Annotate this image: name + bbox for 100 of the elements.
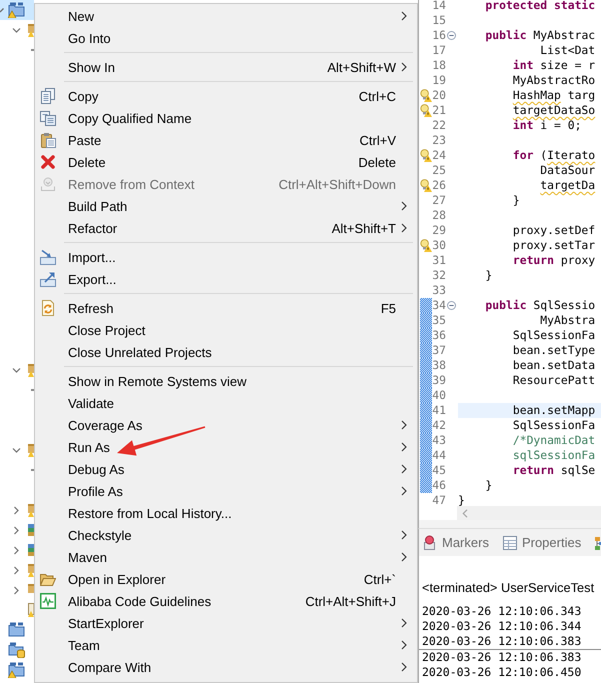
chevron-right-icon[interactable] <box>12 526 21 534</box>
panel-tab[interactable]: Markers <box>419 529 494 556</box>
menu-item[interactable]: StartExplorer <box>35 612 417 634</box>
chevron-right-icon[interactable] <box>12 586 21 594</box>
menu-item[interactable]: Paste Ctrl+V <box>35 129 417 151</box>
line-number: 45 <box>432 463 446 478</box>
menu-item[interactable]: Run As <box>35 436 417 458</box>
chevron-right-icon[interactable] <box>12 566 21 574</box>
chevron-down-icon[interactable] <box>0 7 4 13</box>
console-line: 2020-03-26 12:10:06.383 <box>422 650 582 665</box>
documents-icon <box>40 88 56 104</box>
menu-item[interactable]: Copy Qualified Name <box>35 107 417 129</box>
keyboard-shortcut: F5 <box>380 300 396 316</box>
menu-item[interactable]: Refactor Alt+Shift+T <box>35 217 417 239</box>
menu-item[interactable]: Import... <box>35 246 417 268</box>
chevron-right-icon[interactable] <box>12 506 21 514</box>
menu-item[interactable]: Team <box>35 634 417 656</box>
menu-item[interactable]: Open in Explorer Ctrl+` <box>35 568 417 590</box>
table-icon <box>502 536 517 550</box>
code-line: int size = r <box>512 58 596 73</box>
menu-item[interactable]: Export... <box>35 268 417 290</box>
minus-circle-icon[interactable] <box>447 301 456 310</box>
chevron-left-icon[interactable] <box>462 508 468 518</box>
line-number: 20 <box>432 88 446 103</box>
clipboard-icon <box>40 132 56 148</box>
code-line: DataSour <box>540 163 596 178</box>
line-number: 35 <box>432 313 446 328</box>
tree-item[interactable] <box>0 0 34 20</box>
menu-item[interactable]: Coverage As <box>35 414 417 436</box>
line-number: 15 <box>432 13 446 28</box>
cross-icon <box>40 154 56 170</box>
dash-icon <box>31 49 34 51</box>
line-number: 14 <box>432 0 446 13</box>
line-number: 46 <box>432 478 446 493</box>
menu-item[interactable]: Show in Remote Systems view <box>35 370 417 392</box>
panel-tab[interactable]: Properties <box>500 529 586 556</box>
code-line: List<Dat <box>540 43 596 58</box>
minus-circle-icon[interactable] <box>447 31 456 40</box>
chevron-down-icon[interactable] <box>12 446 21 454</box>
chevron-down-icon[interactable] <box>12 26 21 34</box>
line-number: 47 <box>432 493 446 506</box>
page-arrows-icon <box>40 300 56 316</box>
tray-arrow-icon <box>40 271 56 287</box>
menu-item[interactable]: Go Into <box>35 27 417 49</box>
keyboard-shortcut: Alt+Shift+T <box>332 220 396 236</box>
lightbulb-warning-icon[interactable] <box>420 149 432 162</box>
line-number: 25 <box>432 163 446 178</box>
code-line: } <box>458 493 465 506</box>
keyboard-shortcut: Ctrl+Alt+Shift+Down <box>278 176 396 192</box>
line-number: 17 <box>432 43 446 58</box>
code-line: targetDa <box>540 178 596 193</box>
waveform-icon <box>40 593 56 609</box>
menu-item[interactable]: Close Project <box>35 319 417 341</box>
line-number: 38 <box>432 358 446 373</box>
menu-item[interactable]: Restore from Local History... <box>35 502 417 524</box>
console-line: 2020-03-26 12:10:06.450 <box>422 665 582 680</box>
chevron-down-icon[interactable] <box>12 366 21 374</box>
keyboard-shortcut: Ctrl+C <box>358 88 396 104</box>
lightbulb-warning-icon[interactable] <box>420 239 432 252</box>
dash-icon <box>31 469 34 471</box>
menu-item[interactable]: Refresh F5 <box>35 297 417 319</box>
lightbulb-warning-icon[interactable] <box>420 89 432 102</box>
code-line: bean.setType <box>512 343 596 358</box>
dash-icon <box>31 389 34 391</box>
code-line: sqlSessionFa <box>512 448 596 463</box>
menu-item[interactable]: Debug As <box>35 458 417 480</box>
keyboard-shortcut: Ctrl+` <box>364 572 396 586</box>
console-title: <terminated> UserServiceTest <box>422 580 596 596</box>
chevron-right-icon[interactable] <box>12 546 21 554</box>
lightbulb-warning-icon[interactable] <box>420 179 432 192</box>
line-number: 34 <box>432 298 446 313</box>
line-number: 44 <box>432 448 446 463</box>
menu-item[interactable]: Checkstyle <box>35 524 417 546</box>
menu-item[interactable]: Show In Alt+Shift+W <box>35 56 417 78</box>
line-number: 22 <box>432 118 446 133</box>
line-number: 39 <box>432 373 446 388</box>
code-line: proxy.setTar <box>512 238 596 253</box>
code-line: MyAbstra <box>540 313 596 328</box>
menu-item[interactable]: Validate <box>35 392 417 414</box>
code-line: /*DynamicDat <box>512 433 596 448</box>
line-number: 36 <box>432 328 446 343</box>
menu-item[interactable]: Build Path <box>35 195 417 217</box>
folder-icon <box>40 571 56 587</box>
menu-item[interactable]: Alibaba Code Guidelines Ctrl+Alt+Shift+J <box>35 590 417 612</box>
code-line: bean.setMapp <box>512 403 596 418</box>
code-line: return proxy <box>512 253 596 268</box>
menu-item[interactable]: Maven <box>35 546 417 568</box>
code-line: SqlSessionFa <box>512 328 596 343</box>
lightbulb-warning-icon[interactable] <box>420 104 432 117</box>
menu-item[interactable]: Close Unrelated Projects <box>35 341 417 363</box>
line-number: 24 <box>432 148 446 163</box>
menu-item[interactable]: Copy Ctrl+C <box>35 85 417 107</box>
horizontal-scrollbar[interactable] <box>457 506 601 520</box>
menu-item[interactable]: Compare With <box>35 656 417 678</box>
menu-item[interactable]: Delete Delete <box>35 151 417 173</box>
tray-arrow-icon <box>40 249 56 265</box>
line-number: 16 <box>432 28 446 43</box>
line-number: 43 <box>432 433 446 448</box>
menu-item[interactable]: New <box>35 5 417 27</box>
menu-item[interactable]: Profile As <box>35 480 417 502</box>
